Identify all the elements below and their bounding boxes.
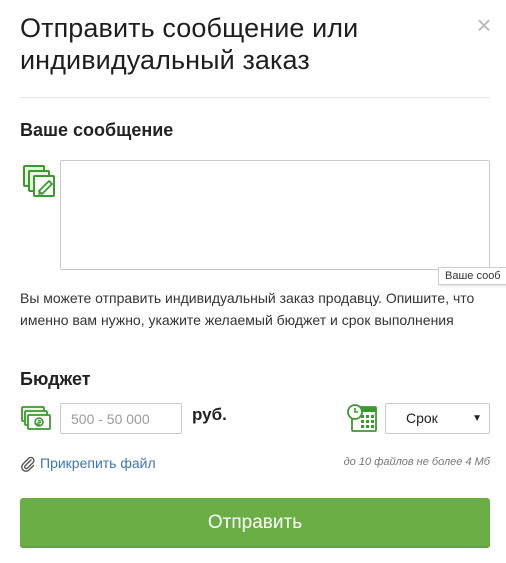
calendar-clock-icon (347, 404, 377, 432)
order-dialog: Отправить сообщение или индивидуальный з… (0, 0, 506, 563)
message-tooltip: Ваше сооб (438, 267, 506, 285)
message-label: Ваше сообщение (20, 120, 174, 140)
deadline-select[interactable]: Срок ▼ (385, 403, 490, 434)
title-divider (20, 97, 490, 98)
budget-input[interactable] (60, 403, 182, 434)
paperclip-icon (21, 456, 35, 472)
order-hint: Вы можете отправить индивидуальный заказ… (20, 290, 475, 328)
money-icon (21, 406, 51, 430)
message-edit-icon (23, 165, 55, 197)
attach-file-label[interactable]: Прикрепить файл (40, 455, 156, 471)
chevron-down-icon: ▼ (472, 413, 482, 424)
submit-button[interactable]: Отправить (20, 498, 490, 548)
file-limit-note: до 10 файлов не более 4 Мб (343, 456, 490, 468)
deadline-selected-value: Срок (406, 410, 438, 426)
close-icon[interactable]: × (472, 12, 496, 38)
dialog-title: Отправить сообщение или индивидуальный з… (20, 13, 359, 75)
currency-label: руб. (192, 405, 227, 424)
message-textarea[interactable] (60, 160, 490, 270)
budget-label: Бюджет (20, 369, 91, 389)
